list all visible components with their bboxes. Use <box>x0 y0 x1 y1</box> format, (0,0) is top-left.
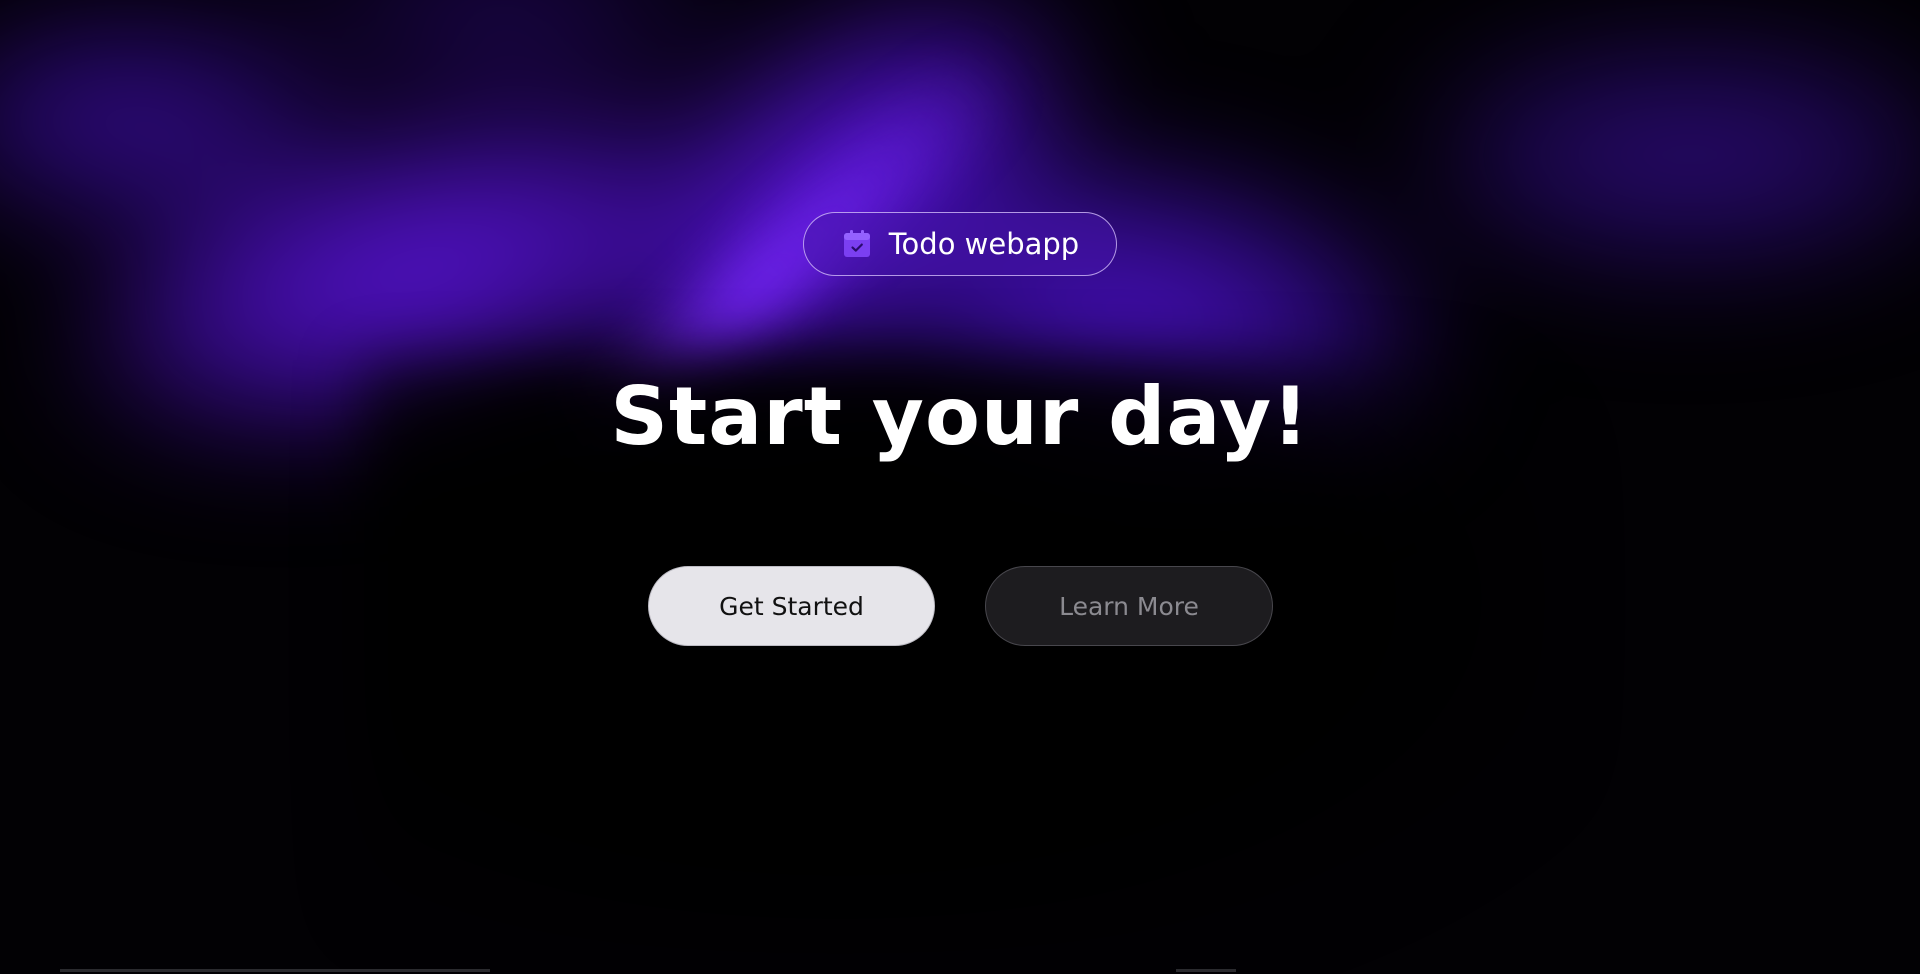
app-badge-label: Todo webapp <box>888 227 1080 261</box>
bottom-divider <box>60 969 490 972</box>
landing-page: Todo webapp Start your day! Get Started … <box>0 0 1920 974</box>
page-title: Start your day! <box>610 370 1310 463</box>
calendar-check-icon <box>841 228 873 260</box>
get-started-button[interactable]: Get Started <box>648 566 935 646</box>
bottom-divider <box>1176 969 1236 972</box>
hero-section: Todo webapp Start your day! Get Started … <box>0 0 1920 974</box>
app-badge: Todo webapp <box>803 212 1117 276</box>
learn-more-button[interactable]: Learn More <box>985 566 1273 646</box>
